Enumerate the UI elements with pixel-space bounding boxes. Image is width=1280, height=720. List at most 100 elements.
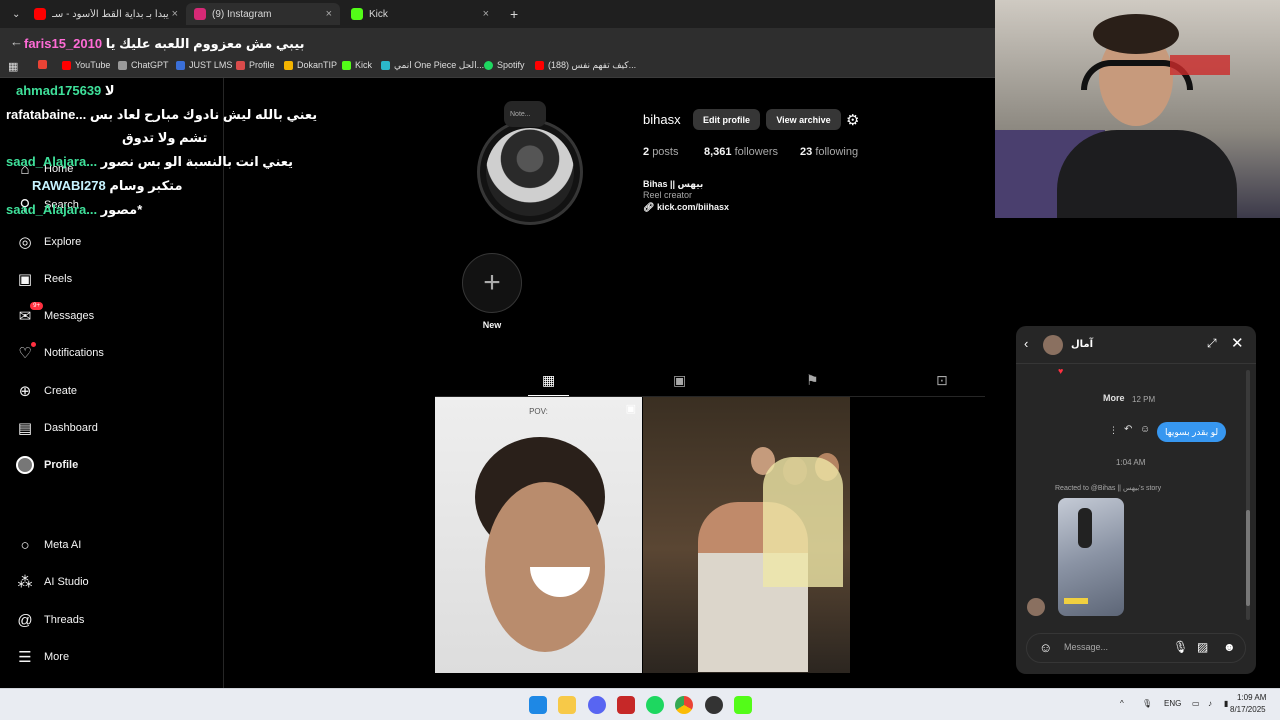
bookmark-one-piece[interactable]: انمي One Piece الحل... <box>381 60 484 71</box>
more-options-icon[interactable]: ⋮ <box>1109 425 1118 436</box>
chat-line: ahmad175639 لا <box>16 83 115 99</box>
posts-number: 2 <box>643 146 650 158</box>
sidebar-item-profile[interactable]: Profile <box>16 456 78 474</box>
tab-posts-grid[interactable]: ▦ <box>527 372 570 396</box>
chat-line: saad_Alajara... مصور* <box>6 202 142 218</box>
obs-icon[interactable] <box>705 696 723 714</box>
reply-icon[interactable]: ↶ <box>1124 424 1132 435</box>
bookmark-dokantip[interactable]: DokanTIP <box>284 60 337 70</box>
tab-label: Kick <box>369 8 388 20</box>
bookmark-label: Kick <box>355 60 373 70</box>
discord-icon[interactable] <box>588 696 606 714</box>
file-explorer-icon[interactable] <box>558 696 576 714</box>
bookmark-just-lms[interactable]: JUST LMS <box>176 60 232 70</box>
dm-scrollbar-thumb[interactable] <box>1246 510 1250 606</box>
note-bubble[interactable]: Note... <box>504 101 546 127</box>
image-icon[interactable]: ▨ <box>1197 640 1208 654</box>
view-archive-button[interactable]: View archive <box>766 109 841 130</box>
bookmark-profile[interactable]: Profile <box>236 60 275 70</box>
sidebar-item-create[interactable]: ⊕ Create <box>16 382 77 400</box>
apps-grid-icon[interactable]: ▦ <box>8 60 18 73</box>
monitor-icon[interactable]: ▭ <box>1192 699 1200 708</box>
sent-message-bubble[interactable]: لو بقدر بسويها <box>1157 422 1227 442</box>
followers-count[interactable]: 8,361 followers <box>704 146 778 158</box>
more-link[interactable]: More <box>1103 393 1125 403</box>
dm-panel: ‹ آمال ⤢ ✕ ♥ More 12 PM ⋮ ↶ ☺ لو بقدر بس… <box>1016 326 1256 674</box>
tab-instagram[interactable]: (9) Instagram × <box>186 3 340 25</box>
emoji-icon[interactable]: ☺ <box>1039 640 1052 655</box>
post-thumbnail[interactable] <box>643 397 850 673</box>
sidebar-item-messages[interactable]: ✉ 9+ Messages <box>16 302 95 325</box>
bookmark-youtube[interactable]: YouTube <box>62 60 110 70</box>
new-highlight-button[interactable]: + <box>462 253 522 313</box>
gmail-icon[interactable] <box>38 60 47 69</box>
clock-date[interactable]: 8/17/2025 <box>1230 705 1266 714</box>
chat-message: متكبر وسام <box>109 178 183 193</box>
battery-icon[interactable]: ▮ <box>1224 699 1228 708</box>
emoji-react-icon[interactable]: ☺ <box>1140 424 1150 435</box>
sidebar-item-explore[interactable]: ◎ Explore <box>16 233 81 251</box>
new-tab-button[interactable]: + <box>502 3 522 25</box>
edit-profile-button[interactable]: Edit profile <box>693 109 760 130</box>
sidebar-item-threads[interactable]: @ Threads <box>16 611 84 629</box>
close-icon[interactable]: × <box>326 8 332 20</box>
chat-line: rafatabaine... يعني بالله ليش نادوك مبار… <box>6 107 317 123</box>
microphone-icon[interactable]: 🎙︎ <box>1173 640 1188 654</box>
bookmark-label: YouTube <box>75 60 111 70</box>
post-thumbnail[interactable]: POV: ▣ <box>435 397 642 673</box>
spotify-icon[interactable] <box>646 696 664 714</box>
tab-youtube[interactable]: هيبته يبدأ بـ بداية القط الأسود - سـ × <box>26 3 186 25</box>
sidebar-item-label: Dashboard <box>44 422 98 434</box>
sidebar-item-label: Profile <box>44 459 79 471</box>
posts-label: posts <box>652 146 679 158</box>
tab-list-button[interactable]: ⌄ <box>4 3 24 25</box>
notification-dot <box>31 342 36 347</box>
bookmark-spotify[interactable]: Spotify <box>484 60 525 70</box>
sidebar-item-reels[interactable]: ▣ Reels <box>16 270 72 288</box>
bookmark-kick[interactable]: Kick <box>342 60 372 70</box>
tab-tagged[interactable]: ⊡ <box>936 372 948 389</box>
profile-link[interactable]: 🔗︎ kick.com/biihasx <box>643 202 729 213</box>
language-indicator[interactable]: ENG <box>1164 699 1181 708</box>
sidebar-item-label: Reels <box>44 273 73 285</box>
posts-count: 2 posts <box>643 146 678 158</box>
back-arrow-icon[interactable]: ← <box>10 34 23 49</box>
sidebar-item-dashboard[interactable]: ▤ Dashboard <box>16 419 98 437</box>
close-icon[interactable]: × <box>483 8 489 20</box>
tray-chevron-icon[interactable]: ^ <box>1120 699 1124 708</box>
settings-gear-icon[interactable]: ⚙ <box>846 111 859 129</box>
microphone-tray-icon[interactable]: 🎙︎ <box>1142 699 1152 708</box>
close-icon[interactable]: ✕ <box>1231 334 1244 352</box>
tab-kick[interactable]: Kick × <box>343 3 497 25</box>
bookmark-chatgpt[interactable]: ChatGPT <box>118 60 169 70</box>
expand-icon[interactable]: ⤢ <box>1207 336 1217 351</box>
back-chevron-icon[interactable]: ‹ <box>1024 336 1028 351</box>
speaker-icon[interactable]: ♪ <box>1208 699 1212 708</box>
clock-time[interactable]: 1:09 AM <box>1237 693 1266 702</box>
webcam-person-hair <box>1093 14 1179 54</box>
sidebar-item-label: Messages <box>44 310 95 322</box>
dm-avatar[interactable] <box>1043 335 1063 355</box>
sidebar-item-more[interactable]: ☰ More <box>16 648 69 666</box>
dm-scrollbar[interactable] <box>1246 370 1250 620</box>
app-icon[interactable] <box>617 696 635 714</box>
message-time: 1:04 AM <box>1116 458 1146 467</box>
following-count[interactable]: 23 following <box>800 146 858 158</box>
chrome-icon[interactable] <box>675 696 693 714</box>
profile-avatar[interactable] <box>477 119 583 225</box>
kick-app-icon[interactable] <box>734 696 752 714</box>
tab-reels[interactable]: ▣ <box>673 372 686 389</box>
bookmark-label: JUST LMS <box>189 60 233 70</box>
sidebar-item-meta-ai[interactable]: ○ Meta AI <box>16 536 81 554</box>
message-input[interactable] <box>1064 642 1164 652</box>
tab-saved[interactable]: ⚑ <box>806 372 819 389</box>
dm-contact-name[interactable]: آمال <box>1071 339 1093 350</box>
close-icon[interactable]: × <box>172 8 178 20</box>
story-thumbnail[interactable] <box>1058 498 1124 616</box>
sidebar-item-ai-studio[interactable]: ⁂ AI Studio <box>16 573 89 591</box>
bookmark-video[interactable]: (188) كيف تفهم نفس... <box>535 60 636 71</box>
sticker-icon[interactable]: ☻ <box>1223 640 1236 654</box>
sidebar-item-notifications[interactable]: ♡ Notifications <box>16 342 104 362</box>
tagged-icon: ⊡ <box>936 372 948 388</box>
windows-start-icon[interactable] <box>529 696 547 714</box>
